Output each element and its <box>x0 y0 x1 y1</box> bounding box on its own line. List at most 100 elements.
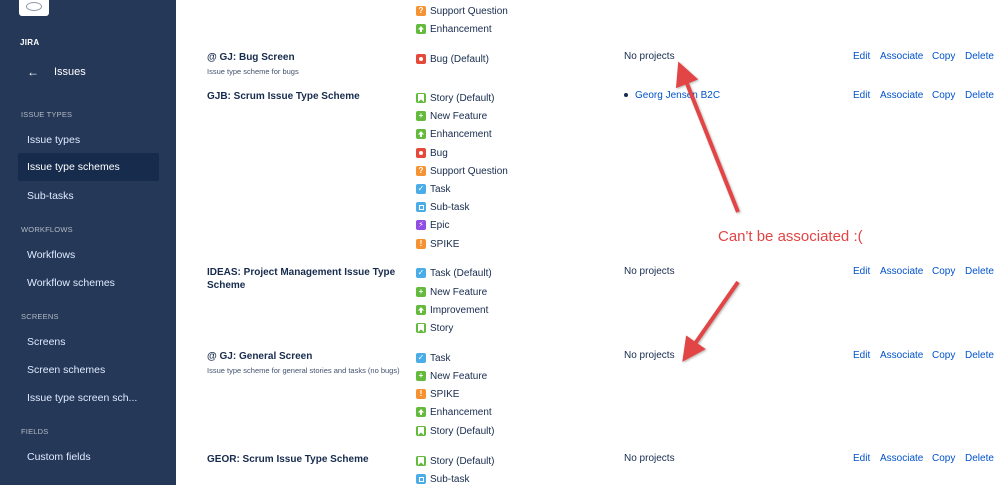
bug-icon <box>416 148 426 158</box>
issue-type-item: ✓ Task <box>416 351 451 365</box>
delete-link[interactable]: Delete <box>965 350 994 361</box>
issue-type-item: + New Feature <box>416 285 487 299</box>
bullet <box>624 93 628 98</box>
associate-link[interactable]: Associate <box>880 90 923 101</box>
copy-link[interactable]: Copy <box>932 51 955 62</box>
story-icon <box>416 456 426 466</box>
delete-link[interactable]: Delete <box>965 453 994 464</box>
sidebar-item-issue-types[interactable]: Issue types <box>18 126 159 154</box>
sidebar-item-custom-fields[interactable]: Custom fields <box>18 443 159 471</box>
issue-type-label: Enhancement <box>430 128 492 140</box>
issue-type-label: New Feature <box>430 286 488 298</box>
issue-type-item: ! SPIKE <box>416 237 459 251</box>
issue-type-item: Story (Default) <box>416 424 494 438</box>
copy-link[interactable]: Copy <box>932 350 955 361</box>
associate-link[interactable]: Associate <box>880 51 923 62</box>
sidebar-item-issue-type-schemes[interactable]: Issue type schemes <box>18 153 159 181</box>
bug-icon <box>416 54 426 64</box>
issue-type-item: ✓ Task (Default) <box>416 266 492 280</box>
issue-type-label: Story <box>430 322 454 334</box>
improvement-icon <box>416 24 426 34</box>
issue-type-label: SPIKE <box>430 238 460 250</box>
issue-type-item: Bug <box>416 146 448 160</box>
sidebar-item-workflows[interactable]: Workflows <box>18 241 159 269</box>
issue-type-item: ⚡ Epic <box>416 218 449 232</box>
arrow-left-icon: ← <box>27 65 39 79</box>
task-icon: ✓ <box>416 184 426 194</box>
annotation-text: Can't be associated :( <box>718 228 863 245</box>
issue-type-item: Bug (Default) <box>416 52 489 66</box>
issue-type-label: Story (Default) <box>430 92 495 104</box>
back-to-issues-button[interactable]: ← Issues <box>18 60 158 84</box>
story-icon <box>416 426 426 436</box>
edit-link[interactable]: Edit <box>853 266 870 277</box>
improvement-icon <box>416 305 426 315</box>
issue-type-label: Story (Default) <box>430 425 495 437</box>
issue-type-item: Sub-task <box>416 200 469 214</box>
subtask-icon <box>416 202 426 212</box>
spike-icon: ! <box>416 389 426 399</box>
associate-link[interactable]: Associate <box>880 453 923 464</box>
issue-type-label: Epic <box>430 219 450 231</box>
issue-type-label: Bug (Default) <box>430 53 489 65</box>
issue-type-label: Sub-task <box>430 201 470 213</box>
sidebar-item-sub-tasks[interactable]: Sub-tasks <box>18 182 159 210</box>
issue-type-label: Bug <box>430 147 448 159</box>
sidebar-item-workflow-schemes[interactable]: Workflow schemes <box>18 269 159 297</box>
edit-link[interactable]: Edit <box>853 350 870 361</box>
projects-value: No projects <box>624 51 675 62</box>
task-icon: ✓ <box>416 268 426 278</box>
copy-link[interactable]: Copy <box>932 266 955 277</box>
spike-icon: ! <box>416 239 426 249</box>
scheme-name: GEOR: Scrum Issue Type Scheme <box>207 454 369 465</box>
issue-type-label: Enhancement <box>430 406 492 418</box>
sidebar-item-screens[interactable]: Screens <box>18 328 159 356</box>
delete-link[interactable]: Delete <box>965 51 994 62</box>
issue-type-label: Support Question <box>430 165 508 177</box>
project-link[interactable]: Georg Jensen B2C <box>624 90 720 101</box>
question-icon: ? <box>416 166 426 176</box>
logo-mark <box>26 2 42 11</box>
scheme-name: @ GJ: Bug Screen <box>207 52 295 63</box>
projects-value: No projects <box>624 453 675 464</box>
issue-type-label: Task <box>430 352 451 364</box>
copy-link[interactable]: Copy <box>932 90 955 101</box>
new-feature-icon: + <box>416 287 426 297</box>
section-screens: SCREENS <box>21 312 59 321</box>
app-logo[interactable] <box>19 0 49 16</box>
issue-type-label: Task <box>430 183 451 195</box>
issue-type-label: Task (Default) <box>430 267 492 279</box>
new-feature-icon: + <box>416 111 426 121</box>
edit-link[interactable]: Edit <box>853 51 870 62</box>
edit-link[interactable]: Edit <box>853 90 870 101</box>
app-label: JIRA <box>20 38 40 47</box>
improvement-icon <box>416 407 426 417</box>
sidebar-item-issue-type-screen-schemes[interactable]: Issue type screen sch... <box>18 384 159 412</box>
issue-type-item: Improvement <box>416 303 488 317</box>
edit-link[interactable]: Edit <box>853 453 870 464</box>
copy-link[interactable]: Copy <box>932 453 955 464</box>
section-fields: FIELDS <box>21 427 49 436</box>
issue-type-item: Story (Default) <box>416 454 494 468</box>
delete-link[interactable]: Delete <box>965 90 994 101</box>
sidebar-item-screen-schemes[interactable]: Screen schemes <box>18 356 159 384</box>
subtask-icon <box>416 474 426 484</box>
delete-link[interactable]: Delete <box>965 266 994 277</box>
issue-type-schemes-table: ? Support Question Enhancement @ GJ: Bug… <box>176 0 999 485</box>
scheme-name: GJB: Scrum Issue Type Scheme <box>207 91 360 102</box>
improvement-icon <box>416 129 426 139</box>
issue-type-item: Sub-task <box>416 472 469 485</box>
associate-link[interactable]: Associate <box>880 266 923 277</box>
associate-link[interactable]: Associate <box>880 350 923 361</box>
story-icon <box>416 323 426 333</box>
new-feature-icon: + <box>416 371 426 381</box>
issue-type-label: New Feature <box>430 370 488 382</box>
issue-type-label: New Feature <box>430 110 488 122</box>
scheme-name: @ GJ: General Screen <box>207 351 313 362</box>
issue-type-item: ? Support Question <box>416 4 508 18</box>
issue-type-label: Sub-task <box>430 473 470 485</box>
scheme-description: Issue type scheme for general stories an… <box>207 366 400 375</box>
issue-type-item: Story <box>416 321 453 335</box>
issue-type-item: ? Support Question <box>416 164 508 178</box>
scheme-description: Issue type scheme for bugs <box>207 67 299 76</box>
